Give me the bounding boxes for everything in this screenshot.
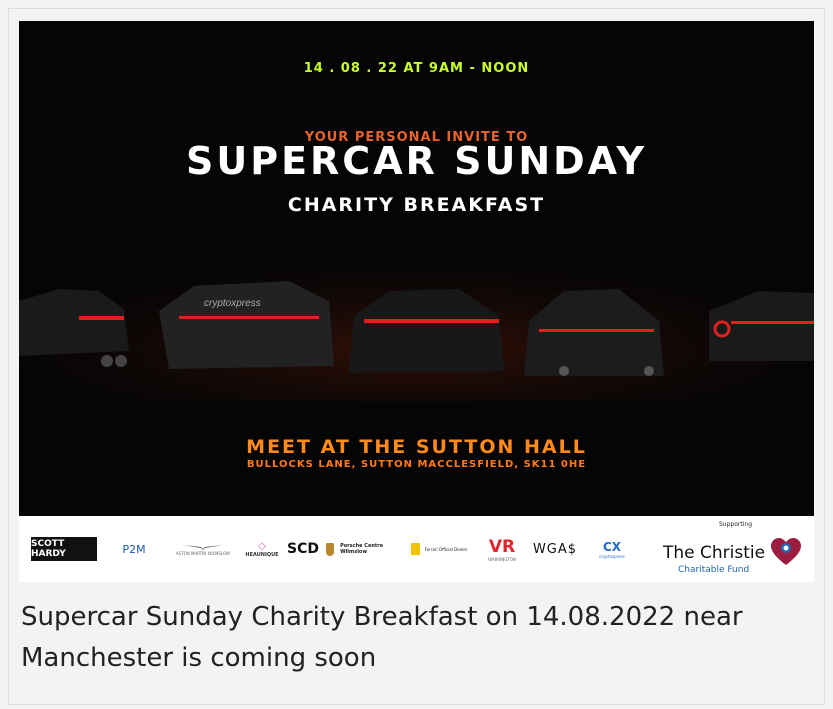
- supercars-lineup-image: cryptoxpress: [19, 261, 814, 401]
- sponsor-logo-cryptoxpress: CX cryptoxpress: [599, 539, 625, 559]
- sponsor-logo-scd: SCD: [287, 541, 319, 557]
- car-audi-rs-etron: cryptoxpress: [159, 281, 334, 369]
- sponsor-logo-aston-martin: ASTON MARTIN WILMSLOW: [169, 537, 237, 561]
- ferrari-shield-icon: [410, 543, 420, 555]
- charity-fund: Charitable Fund: [678, 565, 750, 575]
- sponsor-logo-p2m: P2M: [122, 542, 146, 556]
- event-date: 14 . 08 . 22 AT 9AM - NOON: [303, 61, 530, 76]
- supporting-label: Supporting: [719, 521, 752, 528]
- event-title: SUPERCAR SUNDAY: [186, 139, 647, 183]
- car-branding-text: cryptoxpress: [204, 298, 261, 309]
- sponsor-bar: SCOTT HARDY P2M ASTON MARTIN WILMSLOW ◇ …: [19, 516, 814, 582]
- porsche-crest-icon: [326, 542, 335, 556]
- sponsor-logo-heaunique: ◇ HEAUNIQUE: [245, 540, 279, 558]
- sponsor-logo-wgas: WGA$: [532, 541, 578, 557]
- post-card: cryptoxpress 14 . 08 . 22 AT 9AM - NOON …: [8, 8, 825, 705]
- diamond-icon: ◇: [258, 540, 266, 552]
- aston-wings-icon: [183, 544, 223, 550]
- venue-address: BULLOCKS LANE, SUTTON MACCLESFIELD, SK11…: [246, 459, 587, 470]
- sponsor-logo-porsche-centre: Porsche Centre Wilmslow: [326, 537, 398, 561]
- venue-line: MEET AT THE SUTTON HALL: [246, 436, 587, 458]
- sponsor-logo-vr-warrington: VR WARRINGTON: [488, 536, 516, 562]
- sponsor-logo-ferrari-dealer: Ferrari Official Dealer: [403, 537, 475, 561]
- sponsor-logo-scott-hardy: SCOTT HARDY: [31, 537, 97, 561]
- charity-name: The Christie: [663, 543, 766, 563]
- christie-heart-icon: [771, 538, 801, 565]
- post-caption[interactable]: Supercar Sunday Charity Breakfast on 14.…: [21, 597, 811, 679]
- event-subtitle: CHARITY BREAKFAST: [287, 194, 546, 216]
- event-poster[interactable]: cryptoxpress 14 . 08 . 22 AT 9AM - NOON …: [19, 21, 814, 516]
